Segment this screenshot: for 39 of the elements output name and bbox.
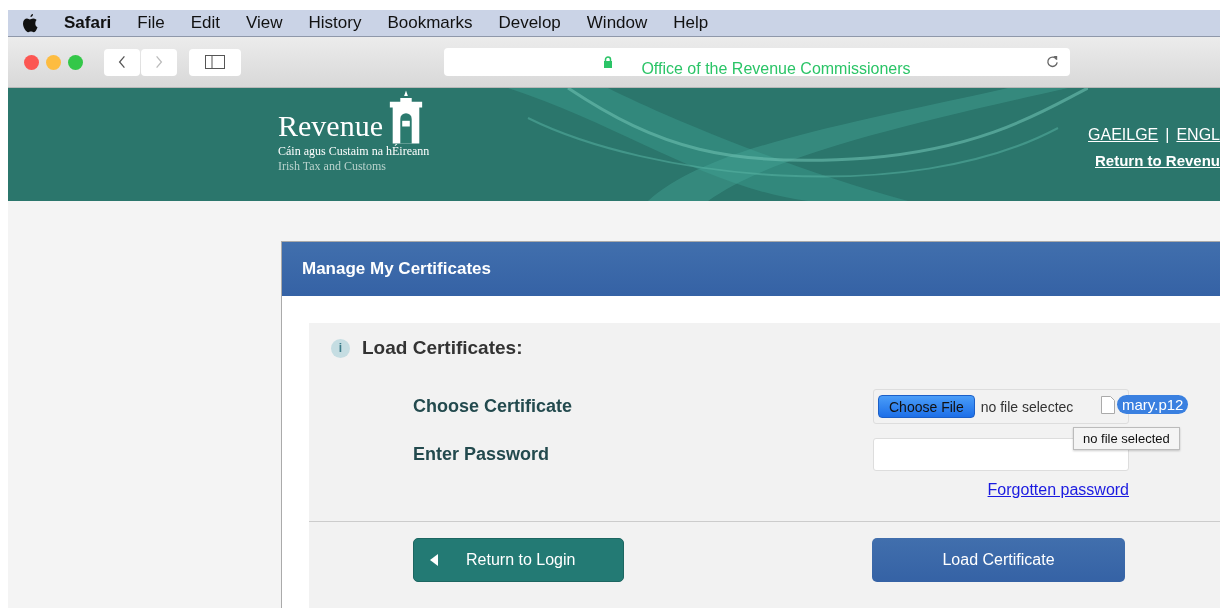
chevron-right-icon <box>155 55 163 69</box>
language-link[interactable]: ENGL <box>1176 126 1220 144</box>
menu-item[interactable]: Bookmarks <box>387 13 473 33</box>
file-status: no file selectec <box>980 398 1074 415</box>
load-button[interactable]: Load Certificate <box>872 538 1125 582</box>
subtitle: Irish Tax and Customs <box>278 159 387 174</box>
separator: | <box>1165 126 1170 144</box>
card-title: Manage My Certificates <box>302 259 491 279</box>
reload-icon[interactable] <box>1045 54 1060 69</box>
subtitle: Cáin agus Custaim na hÉireann <box>278 144 430 159</box>
return-button[interactable]: Return to Login <box>413 538 624 582</box>
return-link[interactable]: Return to Revenu <box>1095 152 1220 169</box>
minimize-button[interactable] <box>46 54 61 70</box>
menu-item[interactable]: Edit <box>190 13 220 33</box>
sidebar-button[interactable] <box>189 48 241 76</box>
info-icon: i <box>331 338 350 358</box>
language-link[interactable]: GAEILGE <box>1088 126 1159 144</box>
apple-icon[interactable] <box>22 13 38 33</box>
menu-item[interactable]: Safari <box>64 13 112 33</box>
close-button[interactable] <box>24 54 39 70</box>
menu-item[interactable]: File <box>137 13 165 33</box>
sidebar-icon <box>205 55 225 69</box>
forgotten-password-link[interactable]: Forgotten password <box>987 481 1129 499</box>
menu-item[interactable]: Window <box>586 13 648 33</box>
choose-file-button[interactable]: Choose File <box>878 395 975 418</box>
left-arrow-icon <box>430 554 438 566</box>
menu-item[interactable]: History <box>308 13 362 33</box>
chevron-left-icon <box>118 55 126 69</box>
menu-item[interactable]: View <box>245 13 283 33</box>
section-title: Load Certificates: <box>362 337 523 359</box>
logo-text[interactable]: Revenue <box>278 110 383 142</box>
menu-item[interactable]: Help <box>673 13 709 33</box>
back-button[interactable] <box>104 48 140 76</box>
field-label: Enter Password <box>413 444 551 465</box>
file-icon <box>1101 395 1115 414</box>
menu-item[interactable]: Develop <box>498 13 561 33</box>
zoom-button[interactable] <box>68 54 83 70</box>
field-label: Choose Certificate <box>413 396 574 417</box>
drag-file-label: mary.p12 <box>1117 395 1189 414</box>
